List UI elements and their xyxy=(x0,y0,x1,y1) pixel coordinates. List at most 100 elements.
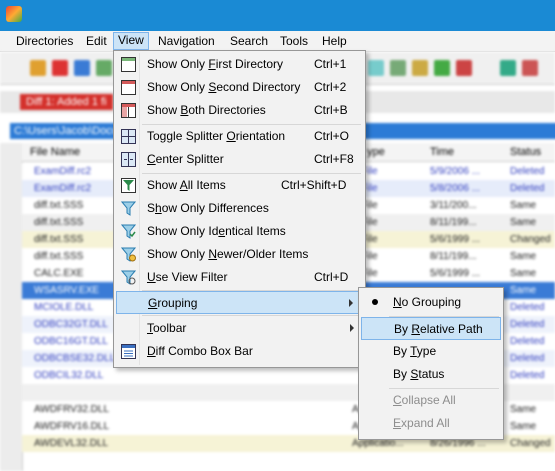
toolbar-compare-icon[interactable] xyxy=(52,60,68,76)
toolbar-filter-icon[interactable] xyxy=(456,60,472,76)
by-status-item[interactable]: By Status xyxy=(361,363,501,386)
menu-item-shortcut: Ctrl+Shift+D xyxy=(281,178,347,192)
cell-name: ExamDiff.rc2 xyxy=(34,183,92,194)
column-file-name[interactable]: File Name xyxy=(30,143,80,161)
cell-status: Deleted xyxy=(510,302,545,313)
grouping-submenu: No Grouping By Relative Path By Type By … xyxy=(358,287,504,440)
cell-time: 5/6/1999 ... xyxy=(430,234,481,245)
menu-directories[interactable]: Directories xyxy=(12,33,77,49)
use-view-filter-item[interactable]: Use View Filter Ctrl+D xyxy=(116,266,363,289)
menu-search[interactable]: Search xyxy=(226,33,272,49)
toggle-splitter-orientation-item[interactable]: Toggle Splitter Orientation Ctrl+O xyxy=(116,125,363,148)
column-status[interactable]: Status xyxy=(510,143,541,161)
by-type-item[interactable]: By Type xyxy=(361,340,501,363)
both-directories-icon xyxy=(121,103,136,118)
submenu-item-label: Collapse All xyxy=(393,393,456,407)
menu-edit[interactable]: Edit xyxy=(82,33,111,49)
toolbar-filter3-icon[interactable] xyxy=(522,60,538,76)
show-only-second-directory-item[interactable]: Show Only Second Directory Ctrl+2 xyxy=(116,76,363,99)
cell-name: diff.txt.SSS xyxy=(34,251,84,262)
menu-item-label: Diff Combo Box Bar xyxy=(147,344,253,358)
column-type[interactable]: ype xyxy=(367,143,385,161)
cell-name: AWDFRV32.DLL xyxy=(34,404,110,415)
toolbar-refresh-icon[interactable] xyxy=(74,60,90,76)
menu-item-label: Show All Items xyxy=(147,178,226,192)
toolbar-pane-icon[interactable] xyxy=(412,60,428,76)
show-all-filter-icon xyxy=(121,178,136,193)
menu-item-label: Toolbar xyxy=(147,321,187,335)
app-icon xyxy=(6,6,22,22)
menu-tools[interactable]: Tools xyxy=(276,33,312,49)
view-menu: Show Only First Directory Ctrl+1 Show On… xyxy=(113,50,366,368)
toolbar-layout-icon[interactable] xyxy=(390,60,406,76)
show-only-identical-items-item[interactable]: Show Only Identical Items xyxy=(116,220,363,243)
show-only-newer-older-items-item[interactable]: Show Only Newer/Older Items xyxy=(116,243,363,266)
cell-time: 3/11/200... xyxy=(430,200,477,211)
diff-badge: Diff 1: Added 1 fi xyxy=(20,94,113,110)
cell-time: 8/11/199... xyxy=(430,251,477,262)
menu-separator xyxy=(142,315,361,316)
cell-name: ExamDiff.rc2 xyxy=(34,166,92,177)
show-only-differences-item[interactable]: Show Only Differences xyxy=(116,197,363,220)
by-relative-path-item[interactable]: By Relative Path xyxy=(361,317,501,340)
submenu-item-label: By Relative Path xyxy=(394,322,483,336)
cell-status: Deleted xyxy=(510,353,545,364)
toolbar-item[interactable]: Toolbar xyxy=(116,317,363,340)
menu-item-label: Show Both Directories xyxy=(147,103,266,117)
menu-item-shortcut: Ctrl+O xyxy=(314,129,350,143)
show-both-directories-item[interactable]: Show Both Directories Ctrl+B xyxy=(116,99,363,122)
cell-name: MCIOLE.DLL xyxy=(34,302,94,313)
splitter-orientation-icon xyxy=(121,129,136,144)
menu-item-label: Show Only First Directory xyxy=(147,57,284,71)
identical-filter-icon xyxy=(121,224,136,239)
cell-time: 5/6/1999 ... xyxy=(430,268,481,279)
submenu-arrow-icon xyxy=(349,299,353,307)
no-grouping-item[interactable]: No Grouping xyxy=(361,291,501,314)
toolbar-view-icon[interactable] xyxy=(368,60,384,76)
toolbar-options-icon[interactable] xyxy=(96,60,112,76)
cell-status: Deleted xyxy=(510,370,545,381)
expand-all-item[interactable]: Expand All xyxy=(361,412,501,435)
menu-item-shortcut: Ctrl+1 xyxy=(314,57,347,71)
toolbar-open-icon[interactable] xyxy=(30,60,46,76)
cell-name: ODBC16GT.DLL xyxy=(34,336,108,347)
column-time[interactable]: Time xyxy=(430,143,454,161)
cell-time: 8/11/199... xyxy=(430,217,477,228)
cell-status: Same xyxy=(510,285,537,296)
menu-item-label: Use View Filter xyxy=(147,270,228,284)
first-directory-icon xyxy=(121,57,136,72)
menu-item-label: Toggle Splitter Orientation xyxy=(147,129,286,143)
toolbar-filter2-icon[interactable] xyxy=(500,60,516,76)
cell-status: Changed xyxy=(510,234,551,245)
cell-name: CALC.EXE xyxy=(34,268,84,279)
toolbar-check-icon[interactable] xyxy=(434,60,450,76)
menu-item-label: Show Only Second Directory xyxy=(147,80,301,94)
show-only-first-directory-item[interactable]: Show Only First Directory Ctrl+1 xyxy=(116,53,363,76)
grouping-item[interactable]: Grouping xyxy=(116,291,363,314)
menu-item-shortcut: Ctrl+B xyxy=(314,103,348,117)
menu-item-shortcut: Ctrl+F8 xyxy=(314,152,354,166)
newer-older-filter-icon xyxy=(121,247,136,262)
center-splitter-icon xyxy=(121,152,136,167)
menu-help[interactable]: Help xyxy=(318,33,351,49)
menu-item-shortcut: Ctrl+D xyxy=(314,270,349,284)
cell-status: Same xyxy=(510,217,537,228)
menu-item-label: Grouping xyxy=(148,296,198,310)
diff-combo-box-bar-item[interactable]: Diff Combo Box Bar xyxy=(116,340,363,363)
center-splitter-item[interactable]: Center Splitter Ctrl+F8 xyxy=(116,148,363,171)
cell-status: Changed xyxy=(510,438,551,449)
cell-name: diff.txt.SSS xyxy=(34,217,84,228)
menu-bar: Directories Edit View Navigation Search … xyxy=(0,31,555,52)
cell-name: AWDFRV16.DLL xyxy=(34,421,110,432)
menu-navigation[interactable]: Navigation xyxy=(154,33,219,49)
cell-name: diff.txt.SSS xyxy=(34,200,84,211)
menu-view[interactable]: View xyxy=(113,32,149,50)
submenu-item-label: By Type xyxy=(393,344,437,358)
cell-status: Same xyxy=(510,251,537,262)
cell-name: diff.txt.SSS xyxy=(34,234,84,245)
differences-filter-icon xyxy=(121,201,136,216)
collapse-all-item[interactable]: Collapse All xyxy=(361,389,501,412)
cell-name: ODBCBSE32.DLL xyxy=(34,353,116,364)
show-all-items-item[interactable]: Show All Items Ctrl+Shift+D xyxy=(116,174,363,197)
submenu-item-label: By Status xyxy=(393,367,445,381)
